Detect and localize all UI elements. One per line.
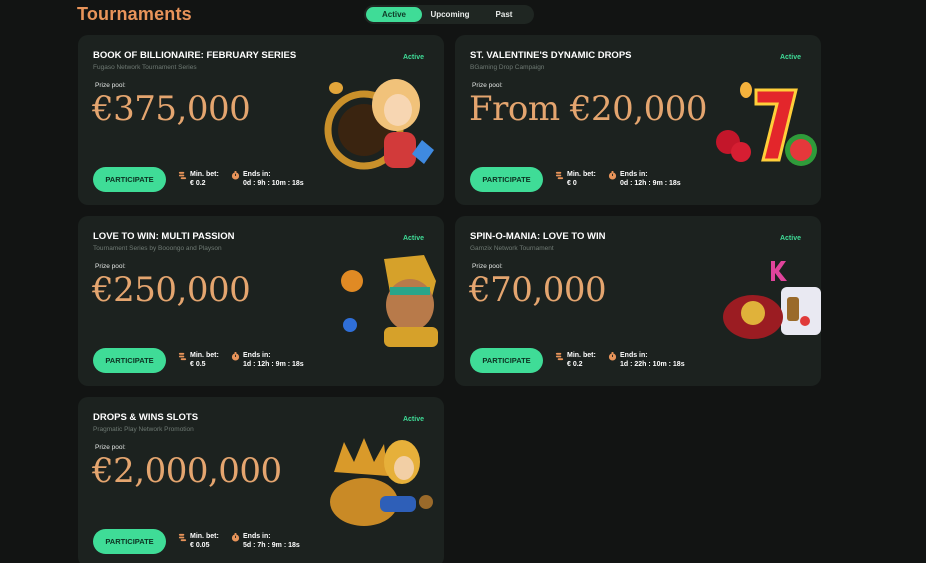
prize-amount: €70,000 xyxy=(469,270,607,310)
status-badge: Active xyxy=(779,54,801,61)
min-bet: Min. bet: € 0.5 xyxy=(178,351,219,370)
min-bet: Min. bet: € 0 xyxy=(555,170,596,189)
coins-icon xyxy=(178,533,187,542)
ends-in-label: Ends in: xyxy=(243,171,271,178)
coins-icon xyxy=(178,171,187,180)
ends-in: Ends in: 0d : 12h : 9m : 18s xyxy=(608,170,681,189)
prize-amount: €2,000,000 xyxy=(92,451,282,491)
prize-pool-label: Prize pool: xyxy=(95,263,126,270)
ends-in: Ends in: 0d : 9h : 10m : 18s xyxy=(231,170,304,189)
gold-woman-art xyxy=(324,70,444,170)
ends-in-value: 0d : 9h : 10m : 18s xyxy=(243,180,304,187)
tournament-title: DROPS & WINS SLOTS xyxy=(93,412,199,423)
min-bet-label: Min. bet: xyxy=(190,533,219,540)
prize-pool-label: Prize pool: xyxy=(95,444,126,451)
ends-in-value: 1d : 22h : 10m : 18s xyxy=(620,361,685,368)
min-bet-label: Min. bet: xyxy=(567,171,596,178)
ends-in-label: Ends in: xyxy=(620,171,648,178)
prize-pool-label: Prize pool: xyxy=(472,263,503,270)
ends-in-label: Ends in: xyxy=(243,352,271,359)
prize-amount: From €20,000 xyxy=(469,89,707,129)
page-title: Tournaments xyxy=(77,4,192,24)
tournament-card: ST. VALENTINE'S DYNAMIC DROPS BGaming Dr… xyxy=(455,35,821,205)
participate-button[interactable]: PARTICIPATE xyxy=(470,348,543,373)
tournament-subtitle: Gamzix Network Tournament xyxy=(470,245,554,252)
min-bet-value: € 0 xyxy=(567,180,577,187)
tournament-subtitle: BGaming Drop Campaign xyxy=(470,64,545,71)
min-bet-label: Min. bet: xyxy=(567,352,596,359)
tournament-title: LOVE TO WIN: MULTI PASSION xyxy=(93,231,235,242)
tournament-card: DROPS & WINS SLOTS Pragmatic Play Networ… xyxy=(78,397,444,563)
prize-pool-label: Prize pool: xyxy=(95,82,126,89)
tournament-subtitle: Tournament Series by Booongo and Playson xyxy=(93,245,222,252)
tournament-title: BOOK OF BILLIONAIRE: FEBRUARY SERIES xyxy=(93,50,297,61)
tournament-title: ST. VALENTINE'S DYNAMIC DROPS xyxy=(470,50,632,61)
participate-button[interactable]: PARTICIPATE xyxy=(93,167,166,192)
timer-icon xyxy=(608,352,617,361)
timer-icon xyxy=(231,352,240,361)
min-bet: Min. bet: € 0.2 xyxy=(178,170,219,189)
tournament-card: LOVE TO WIN: MULTI PASSION Tournament Se… xyxy=(78,216,444,386)
tournament-subtitle: Fugaso Network Tournament Series xyxy=(93,64,197,71)
min-bet-label: Min. bet: xyxy=(190,171,219,178)
coins-icon xyxy=(555,352,564,361)
min-bet-label: Min. bet: xyxy=(190,352,219,359)
tournament-title: SPIN-O-MANIA: LOVE TO WIN xyxy=(470,231,606,242)
status-badge: Active xyxy=(402,235,424,242)
ends-in: Ends in: 5d : 7h : 9m : 18s xyxy=(231,532,300,551)
slot-symbols-art xyxy=(701,251,821,351)
timer-icon xyxy=(608,171,617,180)
status-badge: Active xyxy=(402,54,424,61)
tournament-subtitle: Pragmatic Play Network Promotion xyxy=(93,426,194,433)
prize-amount: €375,000 xyxy=(92,89,251,129)
prize-amount: €250,000 xyxy=(92,270,251,310)
min-bet: Min. bet: € 0.2 xyxy=(555,351,596,370)
coins-icon xyxy=(555,171,564,180)
drops-wins-art xyxy=(324,432,444,532)
timer-icon xyxy=(231,533,240,542)
ends-in-value: 5d : 7h : 9m : 18s xyxy=(243,542,300,549)
aztec-warrior-art xyxy=(324,251,444,351)
coins-icon xyxy=(178,352,187,361)
tournament-tabs: Active Upcoming Past xyxy=(364,5,534,24)
participate-button[interactable]: PARTICIPATE xyxy=(93,348,166,373)
status-badge: Active xyxy=(779,235,801,242)
ends-in-value: 1d : 12h : 9m : 18s xyxy=(243,361,304,368)
participate-button[interactable]: PARTICIPATE xyxy=(470,167,543,192)
tab-active[interactable]: Active xyxy=(366,7,422,22)
min-bet-value: € 0.5 xyxy=(190,361,206,368)
ends-in: Ends in: 1d : 12h : 9m : 18s xyxy=(231,351,304,370)
min-bet-value: € 0.2 xyxy=(567,361,583,368)
min-bet: Min. bet: € 0.05 xyxy=(178,532,219,551)
status-badge: Active xyxy=(402,416,424,423)
fruit-seven-art xyxy=(701,70,821,170)
ends-in-label: Ends in: xyxy=(620,352,648,359)
tournament-card: BOOK OF BILLIONAIRE: FEBRUARY SERIES Fug… xyxy=(78,35,444,205)
timer-icon xyxy=(231,171,240,180)
tournament-card: SPIN-O-MANIA: LOVE TO WIN Gamzix Network… xyxy=(455,216,821,386)
tab-upcoming[interactable]: Upcoming xyxy=(422,7,478,22)
min-bet-value: € 0.05 xyxy=(190,542,210,549)
participate-button[interactable]: PARTICIPATE xyxy=(93,529,166,554)
tab-past[interactable]: Past xyxy=(478,7,530,22)
ends-in-label: Ends in: xyxy=(243,533,271,540)
ends-in: Ends in: 1d : 22h : 10m : 18s xyxy=(608,351,685,370)
min-bet-value: € 0.2 xyxy=(190,180,206,187)
prize-pool-label: Prize pool: xyxy=(472,82,503,89)
ends-in-value: 0d : 12h : 9m : 18s xyxy=(620,180,681,187)
